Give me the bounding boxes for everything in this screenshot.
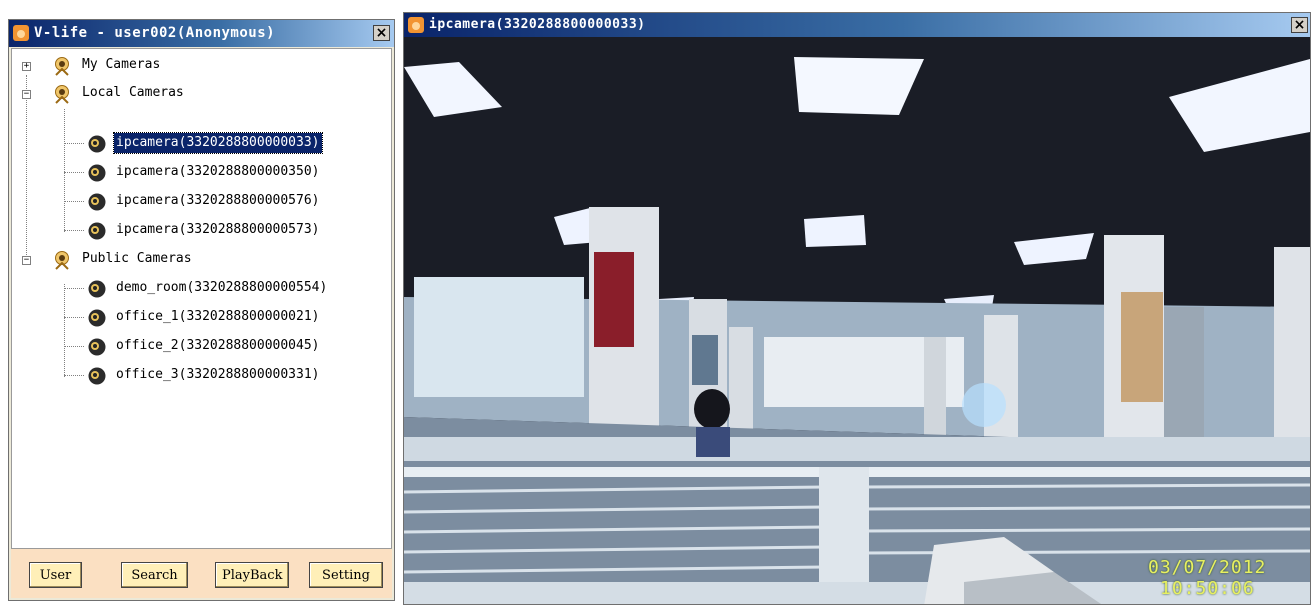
camera-icon	[88, 367, 106, 385]
collapse-toggle[interactable]: −	[22, 90, 31, 99]
video-frame	[404, 37, 1310, 604]
camera-item[interactable]: ipcamera(3320288800000033)	[12, 132, 387, 155]
camera-group-icon	[55, 85, 69, 104]
left-window-title: V-life - user002(Anonymous)	[34, 25, 276, 41]
user-button[interactable]: User	[29, 562, 82, 588]
close-icon: ×	[1293, 17, 1306, 33]
camera-list-window: V-life - user002(Anonymous) × + My Camer…	[8, 19, 395, 601]
camera-icon	[88, 164, 106, 182]
camera-icon	[88, 222, 106, 240]
expand-toggle[interactable]: +	[22, 62, 31, 71]
tree-group-my-cameras[interactable]: + My Cameras	[12, 55, 387, 77]
camera-label: ipcamera(3320288800000576)	[116, 193, 320, 208]
camera-item[interactable]: demo_room(3320288800000554)	[12, 278, 387, 300]
right-window-close-button[interactable]: ×	[1291, 17, 1308, 33]
camera-item[interactable]: office_1(3320288800000021)	[12, 307, 387, 329]
search-button[interactable]: Search	[121, 562, 188, 588]
camera-label: demo_room(3320288800000554)	[116, 280, 328, 295]
setting-button[interactable]: Setting	[309, 562, 383, 588]
left-window-close-button[interactable]: ×	[373, 25, 390, 41]
tree-group-local-cameras[interactable]: − Local Cameras	[12, 83, 387, 105]
video-date-overlay: 03/07/2012	[1148, 557, 1267, 578]
playback-button[interactable]: PlayBack	[215, 562, 289, 588]
button-bar: User Search PlayBack Setting	[11, 549, 392, 598]
camera-label: office_1(3320288800000021)	[116, 309, 320, 324]
camera-icon	[88, 338, 106, 356]
camera-group-icon	[55, 57, 69, 76]
camera-label: office_3(3320288800000331)	[116, 367, 320, 382]
right-window-titlebar[interactable]: ipcamera(3320288800000033) ×	[404, 13, 1310, 37]
camera-label: ipcamera(3320288800000350)	[116, 164, 320, 179]
close-icon: ×	[375, 25, 388, 41]
tree-group-public-cameras[interactable]: − Public Cameras	[12, 249, 387, 271]
camera-icon	[88, 193, 106, 211]
collapse-toggle[interactable]: −	[22, 256, 31, 265]
camera-label: ipcamera(3320288800000573)	[116, 222, 320, 237]
group-label: Local Cameras	[82, 85, 184, 100]
app-logo-icon	[13, 25, 29, 41]
camera-tree[interactable]: + My Cameras − Local Cameras ipcamera(33…	[11, 48, 392, 549]
right-window-title: ipcamera(3320288800000033)	[429, 17, 646, 32]
camera-label: office_2(3320288800000045)	[116, 338, 320, 353]
video-time-overlay: 10:50:06	[1160, 578, 1255, 599]
camera-group-icon	[55, 251, 69, 270]
camera-icon	[88, 135, 106, 153]
group-label: My Cameras	[82, 57, 161, 72]
camera-item[interactable]: ipcamera(3320288800000350)	[12, 162, 387, 184]
camera-icon	[88, 309, 106, 327]
app-logo-icon	[408, 17, 424, 33]
camera-video-feed[interactable]: 03/07/2012 10:50:06	[404, 37, 1310, 604]
camera-item[interactable]: office_3(3320288800000331)	[12, 365, 387, 387]
camera-item[interactable]: office_2(3320288800000045)	[12, 336, 387, 358]
left-window-titlebar[interactable]: V-life - user002(Anonymous) ×	[9, 20, 394, 47]
camera-item[interactable]: ipcamera(3320288800000576)	[12, 191, 387, 213]
group-label: Public Cameras	[82, 251, 192, 266]
camera-label: ipcamera(3320288800000033)	[113, 132, 323, 154]
camera-icon	[88, 280, 106, 298]
camera-item[interactable]: ipcamera(3320288800000573)	[12, 220, 387, 242]
camera-view-window: ipcamera(3320288800000033) × 03/07/2012 …	[403, 12, 1311, 605]
